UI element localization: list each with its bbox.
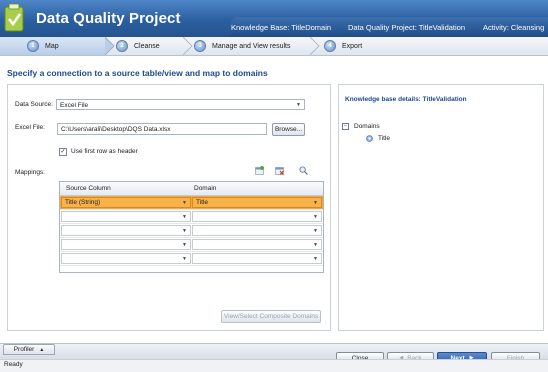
dropdown-arrow-icon: ▼ — [182, 242, 187, 248]
delete-mapping-icon[interactable] — [275, 166, 284, 175]
source-column-value: Title (String) — [65, 199, 101, 206]
project-info: Data Quality Project: TitleValidation — [348, 23, 466, 32]
tree-node-title[interactable]: Title — [366, 135, 390, 142]
dropdown-arrow-icon: ▼ — [296, 102, 301, 108]
source-column-dropdown[interactable]: Title (String) ▼ — [61, 197, 191, 208]
collapse-icon[interactable]: − — [342, 123, 349, 130]
profiler-label: Profiler — [13, 346, 35, 353]
step-label: Manage and View results — [212, 42, 291, 50]
column-header-domain: Domain — [194, 185, 217, 192]
step-map[interactable]: 1 Map — [0, 37, 105, 55]
excel-file-label: Excel File: — [15, 124, 45, 131]
browse-button[interactable]: Browse... — [272, 123, 305, 136]
data-quality-logo-icon — [4, 3, 24, 32]
column-header-source: Source Column — [66, 185, 111, 192]
use-first-row-label: Use first row as header — [71, 148, 138, 155]
table-row[interactable]: Title (String) ▼ Title ▼ — [60, 196, 323, 210]
source-column-dropdown[interactable]: ▼ — [61, 239, 191, 250]
mappings-label: Mappings: — [15, 169, 45, 176]
data-source-dropdown[interactable]: Excel File ▼ — [56, 99, 305, 110]
use-first-row-checkbox[interactable]: ✓ — [59, 148, 67, 156]
mappings-grid: Source Column Domain Title (String) ▼ Ti… — [59, 181, 324, 273]
step-export[interactable]: 4 Export — [324, 37, 362, 55]
page-title: Specify a connection to a source table/v… — [7, 68, 268, 78]
dropdown-arrow-icon: ▼ — [313, 228, 318, 234]
dropdown-arrow-icon: ▼ — [313, 256, 318, 262]
activity-info: Activity: Cleansing — [483, 23, 545, 32]
domain-icon — [366, 135, 373, 142]
dropdown-arrow-icon: ▼ — [182, 214, 187, 220]
step-number-icon: 2 — [116, 40, 128, 52]
data-source-value: Excel File — [60, 102, 89, 109]
grid-header: Source Column Domain — [60, 182, 323, 196]
source-column-dropdown[interactable]: ▼ — [61, 211, 191, 222]
dropdown-arrow-icon: ▼ — [313, 214, 318, 220]
domain-value: Title — [196, 199, 209, 206]
domain-dropdown[interactable]: Title ▼ — [192, 197, 322, 208]
step-label: Map — [45, 42, 59, 50]
dropdown-arrow-icon: ▼ — [182, 256, 187, 262]
source-column-dropdown[interactable]: ▼ — [61, 253, 191, 264]
step-manage-view-results[interactable]: 3 Manage and View results — [194, 37, 290, 55]
tree-node-domains[interactable]: − Domains — [342, 123, 380, 130]
knowledge-base-details-title: Knowledge base details: TitleValidation — [345, 96, 467, 103]
step-label: Cleanse — [134, 42, 160, 50]
domain-dropdown[interactable]: ▼ — [192, 253, 322, 264]
domain-dropdown[interactable]: ▼ — [192, 239, 322, 250]
excel-file-path-value: C:\Users\arali\Desktop\DQS Data.xlsx — [61, 126, 171, 133]
table-row[interactable]: ▼ ▼ — [60, 238, 323, 252]
step-number-icon: 4 — [324, 40, 336, 52]
dropdown-arrow-icon: ▼ — [182, 200, 187, 206]
step-wizard: 1 Map 2 Cleanse 3 Manage and View result… — [0, 37, 548, 56]
tree-node-label: Domains — [354, 123, 380, 130]
app-title: Data Quality Project — [36, 10, 181, 27]
add-mapping-icon[interactable] — [255, 166, 264, 175]
chevron-right-icon — [183, 37, 193, 55]
title-bar: Data Quality Project Knowledge Base: Tit… — [0, 0, 548, 37]
dropdown-arrow-icon: ▼ — [182, 228, 187, 234]
chevron-right-icon — [310, 37, 320, 55]
step-number-icon: 3 — [194, 40, 206, 52]
table-row[interactable]: ▼ ▼ — [60, 252, 323, 266]
tree-node-label: Title — [378, 135, 391, 142]
source-column-dropdown[interactable]: ▼ — [61, 225, 191, 236]
dropdown-arrow-icon: ▼ — [313, 242, 318, 248]
domain-dropdown[interactable]: ▼ — [192, 211, 322, 222]
domain-dropdown[interactable]: ▼ — [192, 225, 322, 236]
chevron-up-icon: ▲ — [39, 346, 45, 353]
profiler-tab[interactable]: Profiler ▲ — [3, 344, 55, 355]
preview-zoom-icon[interactable] — [299, 166, 308, 175]
excel-file-path-input[interactable]: C:\Users\arali\Desktop\DQS Data.xlsx — [57, 123, 267, 135]
knowledge-base-info: Knowledge Base: TitleDomain — [231, 23, 332, 32]
step-number-icon: 1 — [27, 40, 39, 52]
table-row[interactable]: ▼ ▼ — [60, 224, 323, 238]
table-row[interactable]: ▼ ▼ — [60, 210, 323, 224]
dropdown-arrow-icon: ▼ — [313, 200, 318, 206]
knowledge-base-details-panel — [338, 84, 544, 331]
data-source-label: Data Source: — [15, 101, 53, 108]
step-cleanse[interactable]: 2 Cleanse — [116, 37, 160, 55]
status-bar — [0, 359, 548, 372]
status-text: Ready — [4, 361, 23, 368]
step-label: Export — [342, 42, 363, 50]
view-select-composite-domains-button[interactable]: View/Select Composite Domains — [221, 310, 321, 323]
chevron-right-icon — [105, 37, 115, 55]
